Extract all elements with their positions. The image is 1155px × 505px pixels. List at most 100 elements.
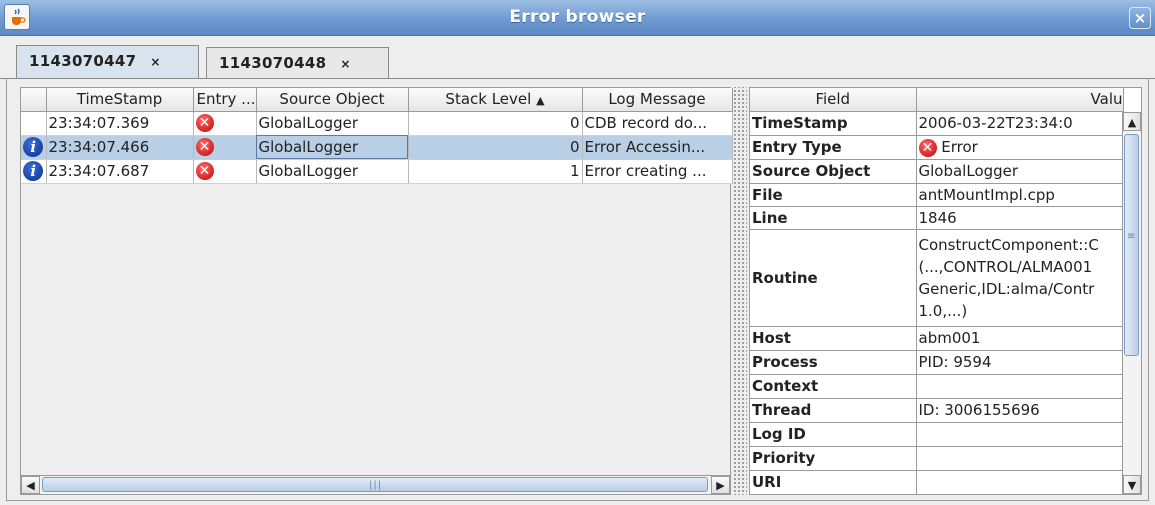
field-value[interactable] [916, 470, 1124, 494]
detail-row[interactable]: Routine ConstructComponent::C (...,CONTRO… [750, 229, 1124, 327]
timestamp-cell[interactable]: 23:34:07.687 [46, 159, 194, 184]
column-header-icon[interactable] [21, 88, 47, 112]
window-title: Error browser [509, 7, 646, 27]
tab-strip: 1143070447 × 1143070448 × [0, 36, 1155, 79]
field-label: Entry Type [750, 135, 917, 160]
row-icon-cell: i [21, 159, 47, 184]
sort-ascending-icon: ▲ [536, 94, 545, 108]
field-label: Context [750, 374, 917, 399]
log-table: TimeStamp Entry ... Source Object Stack … [21, 88, 733, 184]
tab-1143070447[interactable]: 1143070447 × [16, 45, 199, 79]
detail-row[interactable]: TimeStamp 2006-03-22T23:34:0 [750, 111, 1124, 136]
field-label: Source Object [750, 159, 917, 184]
field-label: Log ID [750, 422, 917, 447]
field-label: Priority [750, 446, 917, 471]
detail-row[interactable]: Process PID: 9594 [750, 350, 1124, 375]
error-icon: ✕ [195, 114, 214, 133]
timestamp-cell[interactable]: 23:34:07.466 [46, 135, 194, 160]
tab-label: 1143070447 [29, 52, 137, 70]
source-object-cell[interactable]: GlobalLogger [256, 111, 409, 136]
field-label: Thread [750, 398, 917, 423]
field-value[interactable]: ConstructComponent::C (...,CONTROL/ALMA0… [916, 229, 1124, 327]
tab-1143070448[interactable]: 1143070448 × [206, 47, 389, 79]
scrollbar-thumb[interactable]: ||| [42, 477, 708, 492]
field-label: Line [750, 206, 917, 230]
column-header-stack-level[interactable]: Stack Level ▲ [408, 88, 583, 112]
column-header-source-object[interactable]: Source Object [256, 88, 409, 112]
stack-level-cell[interactable]: 1 [408, 159, 583, 184]
log-table-pane: TimeStamp Entry ... Source Object Stack … [20, 87, 733, 495]
column-header-timestamp[interactable]: TimeStamp [46, 88, 194, 112]
scroll-down-icon[interactable]: ▼ [1123, 475, 1141, 494]
table-row[interactable]: 23:34:07.369 ✕ GlobalLogger 0 CDB record… [21, 111, 733, 136]
field-label: TimeStamp [750, 111, 917, 136]
field-label: Host [750, 326, 917, 351]
column-header-label: Stack Level [445, 90, 532, 109]
field-value[interactable] [916, 446, 1124, 471]
detail-row[interactable]: Log ID [750, 422, 1124, 447]
detail-row[interactable]: Host abm001 [750, 326, 1124, 351]
tab-label: 1143070448 [219, 54, 327, 72]
field-label: URI [750, 470, 917, 494]
field-label: Routine [750, 229, 917, 327]
field-value[interactable] [916, 374, 1124, 399]
field-value[interactable]: antMountImpl.cpp [916, 183, 1124, 207]
scroll-right-icon[interactable]: ▶ [711, 476, 730, 494]
detail-row[interactable]: Context [750, 374, 1124, 399]
detail-row[interactable]: Source Object GlobalLogger [750, 159, 1124, 184]
info-icon[interactable]: i [23, 161, 44, 181]
log-message-cell[interactable]: Error creating ... [582, 159, 733, 184]
entry-type-cell[interactable]: ✕ [193, 111, 257, 136]
window-titlebar[interactable]: Error browser × [0, 0, 1155, 36]
details-table-pane: Field Valu TimeStamp 2006-03-22T23:34:0 E… [749, 87, 1142, 495]
timestamp-cell[interactable]: 23:34:07.369 [46, 111, 194, 136]
column-header-value[interactable]: Valu [916, 88, 1124, 112]
field-label: File [750, 183, 917, 207]
grip-icon: ≡ [1127, 231, 1136, 242]
entry-type-cell[interactable]: ✕ [193, 159, 257, 184]
column-header-log-message[interactable]: Log Message [582, 88, 733, 112]
info-icon[interactable]: i [23, 137, 44, 157]
entry-type-cell[interactable]: ✕ [193, 135, 257, 160]
grip-icon: ||| [369, 480, 383, 491]
stack-level-cell[interactable]: 0 [408, 111, 583, 136]
scroll-up-icon[interactable]: ▲ [1123, 112, 1141, 131]
error-icon: ✕ [195, 138, 214, 157]
detail-row[interactable]: Line 1846 [750, 206, 1124, 230]
field-value[interactable]: ID: 3006155696 [916, 398, 1124, 423]
detail-row[interactable]: File antMountImpl.cpp [750, 183, 1124, 207]
tab-close-icon[interactable]: × [340, 57, 350, 71]
field-value[interactable]: 1846 [916, 206, 1124, 230]
horizontal-scrollbar[interactable]: ◀ ||| ▶ [21, 475, 730, 494]
detail-row[interactable]: URI [750, 470, 1124, 494]
field-value[interactable]: ✕ Error [916, 135, 1124, 160]
source-object-cell[interactable]: GlobalLogger [256, 135, 409, 160]
table-row[interactable]: i 23:34:07.687 ✕ GlobalLogger 1 Error cr… [21, 159, 733, 184]
log-message-cell[interactable]: CDB record do... [582, 111, 733, 136]
details-table: Field Valu TimeStamp 2006-03-22T23:34:0 E… [750, 88, 1124, 494]
field-value[interactable]: GlobalLogger [916, 159, 1124, 184]
entry-type-value: Error [941, 138, 978, 156]
scroll-left-icon[interactable]: ◀ [21, 476, 40, 494]
log-message-cell[interactable]: Error Accessin... [582, 135, 733, 160]
stack-level-cell[interactable]: 0 [408, 135, 583, 160]
field-value[interactable]: PID: 9594 [916, 350, 1124, 375]
field-value[interactable] [916, 422, 1124, 447]
tab-close-icon[interactable]: × [150, 55, 160, 69]
error-icon: ✕ [195, 162, 214, 181]
field-value[interactable]: 2006-03-22T23:34:0 [916, 111, 1124, 136]
field-label: Process [750, 350, 917, 375]
column-header-entry-type[interactable]: Entry ... [193, 88, 257, 112]
field-value[interactable]: abm001 [916, 326, 1124, 351]
vertical-scrollbar[interactable]: ▲ ≡ ▼ [1122, 112, 1141, 494]
detail-row[interactable]: Priority [750, 446, 1124, 471]
detail-row[interactable]: Thread ID: 3006155696 [750, 398, 1124, 423]
scrollbar-thumb[interactable]: ≡ [1124, 134, 1139, 356]
close-icon[interactable]: × [1129, 7, 1151, 29]
source-object-cell[interactable]: GlobalLogger [256, 159, 409, 184]
table-row[interactable]: i 23:34:07.466 ✕ GlobalLogger 0 Error Ac… [21, 135, 733, 160]
detail-row[interactable]: Entry Type ✕ Error [750, 135, 1124, 160]
error-icon: ✕ [918, 138, 937, 157]
split-pane-divider[interactable] [733, 87, 747, 495]
column-header-field[interactable]: Field [750, 88, 917, 112]
